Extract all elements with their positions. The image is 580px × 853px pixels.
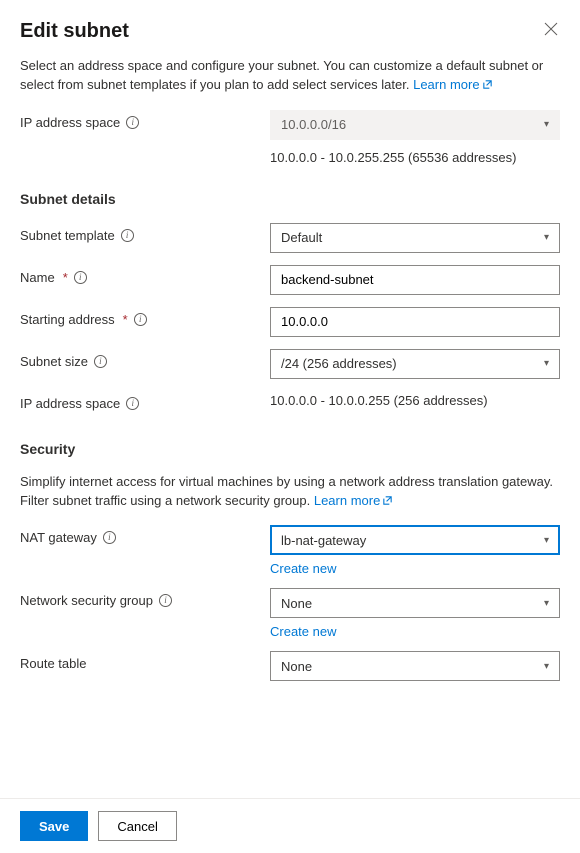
subnet-template-select[interactable]: Default ▾ (270, 223, 560, 253)
chevron-down-icon: ▾ (544, 661, 549, 672)
edit-subnet-panel: Edit subnet Select an address space and … (0, 0, 580, 853)
info-icon[interactable]: i (159, 594, 172, 607)
subnet-size-row: Subnet size i /24 (256 addresses) ▾ (20, 349, 560, 379)
close-button[interactable] (542, 20, 560, 41)
cancel-button[interactable]: Cancel (98, 811, 176, 841)
external-link-icon (482, 77, 493, 96)
info-icon[interactable]: i (126, 116, 139, 129)
ip-address-space-row: IP address space i 10.0.0.0/16 ▾ 10.0.0.… (20, 110, 560, 165)
nat-gateway-row: NAT gateway i lb-nat-gateway ▾ Create ne… (20, 525, 560, 576)
info-icon[interactable]: i (121, 229, 134, 242)
chevron-down-icon: ▾ (544, 358, 549, 369)
intro-text: Select an address space and configure yo… (20, 57, 560, 96)
security-heading: Security (20, 441, 560, 457)
info-icon[interactable]: i (74, 271, 87, 284)
panel-footer: Save Cancel (0, 798, 580, 853)
chevron-down-icon: ▾ (544, 535, 549, 546)
info-icon[interactable]: i (103, 531, 116, 544)
ip-address-space-select[interactable]: 10.0.0.0/16 ▾ (270, 110, 560, 140)
name-label: Name (20, 270, 55, 285)
details-ip-space-label: IP address space (20, 396, 120, 411)
panel-title: Edit subnet (20, 20, 129, 43)
route-table-select[interactable]: None ▾ (270, 651, 560, 681)
chevron-down-icon: ▾ (544, 119, 549, 130)
nat-gateway-label: NAT gateway (20, 530, 97, 545)
ip-address-space-helper: 10.0.0.0 - 10.0.255.255 (65536 addresses… (270, 146, 560, 165)
nsg-label: Network security group (20, 593, 153, 608)
save-button[interactable]: Save (20, 811, 88, 841)
info-icon[interactable]: i (134, 313, 147, 326)
name-row: Name* i (20, 265, 560, 295)
info-icon[interactable]: i (126, 397, 139, 410)
route-table-row: Route table None ▾ (20, 651, 560, 681)
subnet-template-row: Subnet template i Default ▾ (20, 223, 560, 253)
nsg-row: Network security group i None ▾ Create n… (20, 588, 560, 639)
starting-address-label: Starting address (20, 312, 115, 327)
details-ip-space-row: IP address space i 10.0.0.0 - 10.0.0.255… (20, 391, 560, 411)
subnet-details-heading: Subnet details (20, 191, 560, 207)
chevron-down-icon: ▾ (544, 598, 549, 609)
learn-more-link[interactable]: Learn more (413, 77, 492, 92)
security-description: Simplify internet access for virtual mac… (20, 473, 560, 512)
subnet-size-select[interactable]: /24 (256 addresses) ▾ (270, 349, 560, 379)
route-table-label: Route table (20, 656, 87, 671)
nat-gateway-select[interactable]: lb-nat-gateway ▾ (270, 525, 560, 555)
external-link-icon (382, 493, 393, 512)
starting-address-input[interactable] (270, 307, 560, 337)
ip-address-space-label: IP address space (20, 115, 120, 130)
nsg-create-new-link[interactable]: Create new (270, 624, 560, 639)
details-ip-space-value: 10.0.0.0 - 10.0.0.255 (256 addresses) (270, 391, 560, 408)
nsg-select[interactable]: None ▾ (270, 588, 560, 618)
panel-header: Edit subnet (20, 20, 560, 43)
name-input[interactable] (270, 265, 560, 295)
security-learn-more-link[interactable]: Learn more (314, 493, 393, 508)
chevron-down-icon: ▾ (544, 232, 549, 243)
info-icon[interactable]: i (94, 355, 107, 368)
subnet-template-label: Subnet template (20, 228, 115, 243)
close-icon (544, 22, 558, 36)
nat-create-new-link[interactable]: Create new (270, 561, 560, 576)
subnet-size-label: Subnet size (20, 354, 88, 369)
starting-address-row: Starting address* i (20, 307, 560, 337)
